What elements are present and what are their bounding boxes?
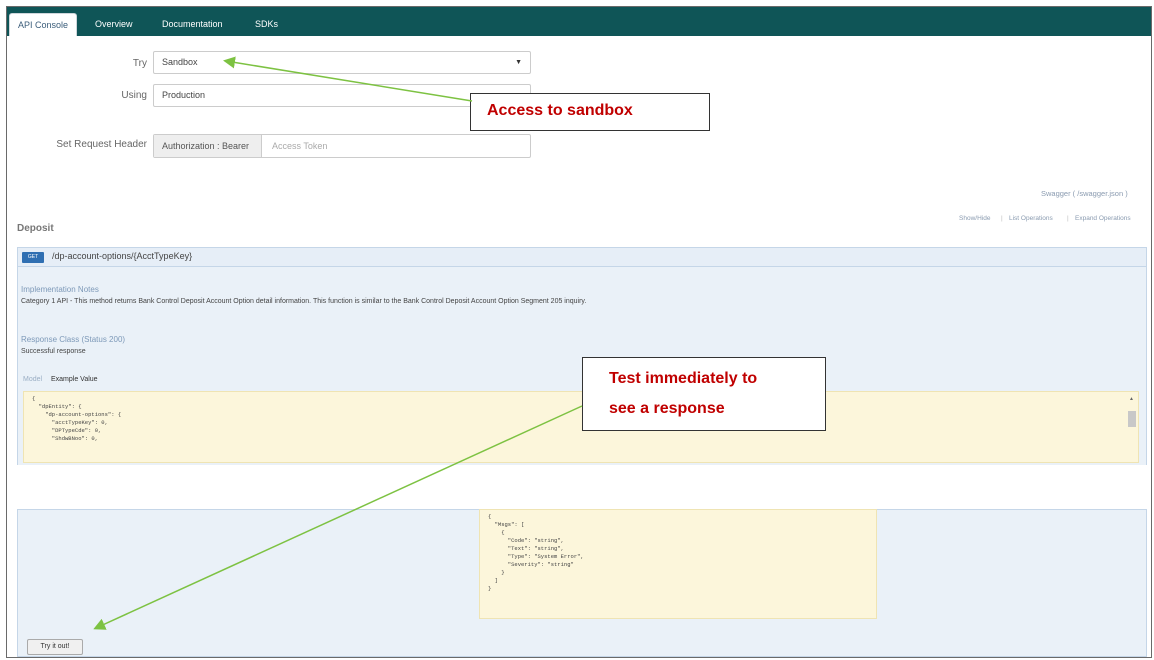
arrow-to-sandbox bbox=[223, 56, 473, 102]
annotation-arrows bbox=[93, 56, 583, 630]
arrow-to-try-button bbox=[93, 405, 583, 630]
